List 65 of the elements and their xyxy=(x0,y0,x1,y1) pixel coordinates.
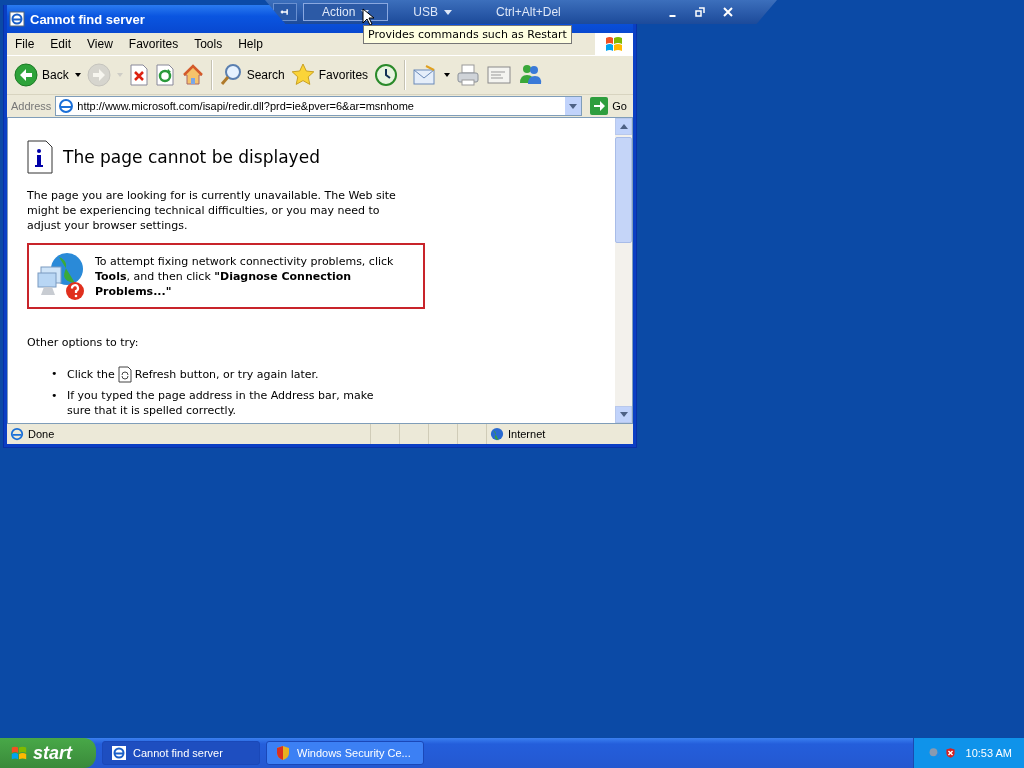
favorites-button[interactable]: Favorites xyxy=(287,58,372,92)
minimize-icon xyxy=(668,15,676,17)
browser-icon xyxy=(111,745,127,761)
caret-icon xyxy=(444,73,451,77)
window-title: Cannot find server xyxy=(30,11,145,27)
zone-text: Internet xyxy=(508,428,546,440)
star-icon xyxy=(290,63,315,87)
back-button[interactable]: Back xyxy=(11,58,84,92)
caret-icon xyxy=(569,103,578,109)
close-icon xyxy=(723,7,733,17)
mouse-cursor xyxy=(362,8,374,26)
intro-paragraph: The page you are looking for is currently unavailable. The Web site might be experiencing technical difficulties, or you may need to adjust your browser settings. xyxy=(27,188,397,233)
shield-icon xyxy=(275,745,291,761)
pin-icon xyxy=(280,7,290,17)
globe-icon xyxy=(490,427,504,441)
refresh-icon xyxy=(117,366,132,383)
caret-icon xyxy=(74,73,81,77)
taskbar-button[interactable]: Windows Security Ce... xyxy=(266,741,424,765)
page-icon xyxy=(58,98,75,114)
search-icon xyxy=(218,63,243,87)
remote-menu-button[interactable]: USB xyxy=(394,3,472,21)
menu-item[interactable]: Edit xyxy=(42,37,80,51)
refresh-icon xyxy=(154,64,175,86)
restore-icon xyxy=(695,7,705,17)
options-heading: Other options to try: xyxy=(27,335,140,350)
security-alert-icon[interactable] xyxy=(944,745,956,761)
tip-text: To attempt fixing network connectivity problems, click Tools, and then click "Diagnose Connection Problems..." xyxy=(95,253,395,299)
start-button[interactable]: start xyxy=(0,738,96,768)
scroll-down-icon[interactable] xyxy=(619,412,628,417)
clock: 10:53 AM xyxy=(965,747,1012,759)
menu-item[interactable]: File xyxy=(7,37,43,51)
menu-item[interactable]: Favorites xyxy=(120,37,187,51)
dropdown-button[interactable] xyxy=(565,97,582,115)
address-field[interactable]: http://www.microsoft.com/isapi/redir.dll?prd=ie&pver=6&ar=msnhome xyxy=(55,96,583,116)
scrollbar[interactable] xyxy=(615,118,632,423)
go-button[interactable]: Go xyxy=(586,97,631,115)
menu-item[interactable]: View xyxy=(79,37,121,51)
remote-menu-button[interactable]: Action xyxy=(303,3,389,21)
menu-item[interactable]: Tools xyxy=(186,37,231,51)
windows-logo xyxy=(10,744,28,762)
browser-icon xyxy=(9,11,25,27)
people-icon xyxy=(518,63,543,87)
page-heading: The page cannot be displayed xyxy=(63,149,320,165)
caret-icon xyxy=(444,9,453,15)
bullet-text: Click the xyxy=(67,367,115,381)
address-label: Address xyxy=(11,100,52,112)
taskbar-button[interactable]: Cannot find server xyxy=(102,741,260,765)
remote-menu-button[interactable]: Ctrl+Alt+Del xyxy=(477,3,580,21)
bullet-text: If you typed the page address in the Address bar, make sure that it is spelled correctly. xyxy=(67,388,375,418)
printer-icon xyxy=(456,63,481,87)
search-button[interactable]: Search xyxy=(215,58,288,92)
tooltip: Provides commands such as Restart xyxy=(363,25,572,44)
scroll-up-icon[interactable] xyxy=(619,124,628,129)
clock-icon xyxy=(374,63,399,87)
status-text: Done xyxy=(28,428,55,440)
bullet-marker: • xyxy=(51,366,57,382)
edit-icon xyxy=(486,64,513,86)
bullet-marker: • xyxy=(51,388,57,404)
home-icon xyxy=(180,63,205,87)
menu-item[interactable]: Help xyxy=(230,37,271,51)
page-icon xyxy=(10,427,24,441)
stop-icon xyxy=(128,64,149,86)
bullet-text: Refresh button, or try again later. xyxy=(134,367,319,381)
network-globe-icon xyxy=(35,251,87,301)
info-icon xyxy=(27,140,53,174)
